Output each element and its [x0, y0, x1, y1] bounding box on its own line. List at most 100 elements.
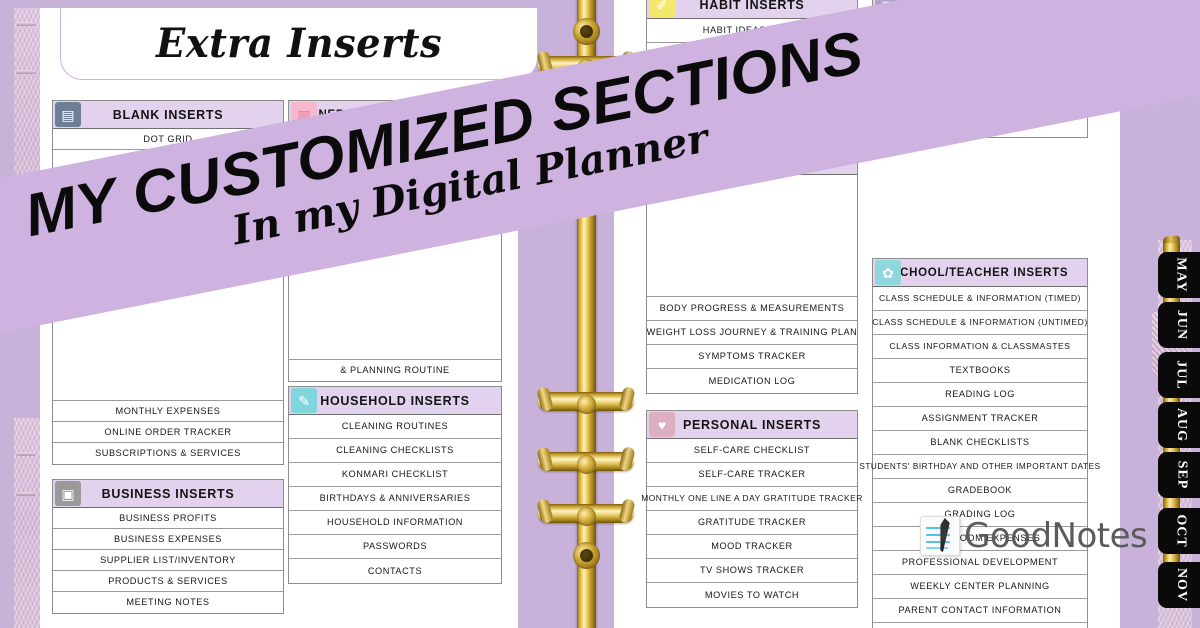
- list-item[interactable]: CLEANING ROUTINES: [289, 415, 501, 439]
- section-school-teacher-inserts[interactable]: ✿ SCHOOL/TEACHER INSERTS CLASS SCHEDULE …: [859, 258, 1100, 628]
- month-tab-nov[interactable]: NOV: [1158, 562, 1200, 608]
- month-tab-aug[interactable]: AUG: [1158, 402, 1200, 448]
- list-item[interactable]: SUBSCRIPTIONS & SERVICES: [53, 443, 283, 464]
- list-item[interactable]: ASSIGNMENT TRACKER: [873, 407, 1087, 431]
- list-item-label: TEXTBOOKS: [949, 365, 1011, 376]
- list-item-label: SELF-CARE TRACKER: [698, 469, 806, 480]
- pages-icon: ▤: [55, 102, 81, 127]
- list-item-label: GRADING LOG: [944, 509, 1016, 520]
- list-item[interactable]: MONTHLY EXPENSES: [53, 401, 283, 422]
- section-household-inserts[interactable]: ✎ HOUSEHOLD INSERTS CLEANING ROUTINES CL…: [288, 386, 502, 584]
- list-item[interactable]: SYMPTOMS TRACKER: [647, 345, 857, 369]
- binder-screw-icon: [577, 395, 596, 414]
- list-item-label: MOVIES TO WATCH: [704, 589, 800, 600]
- list-item[interactable]: READING LOG: [873, 383, 1087, 407]
- list-item[interactable]: PARENT COMMUNICATION LOG: [873, 623, 1087, 628]
- list-item-label: CLASS SCHEDULE & INFORMATION (UNTIMED): [872, 316, 1088, 327]
- list-item[interactable]: ONLINE ORDER TRACKER: [53, 422, 283, 443]
- list-item-label: KONMARI CHECKLIST: [341, 469, 449, 480]
- list-item[interactable]: PARENT CONTACT INFORMATION: [873, 599, 1087, 623]
- section-personal-inserts[interactable]: ♥ PERSONAL INSERTS SELF-CARE CHECKLIST S…: [641, 410, 862, 608]
- list-item-label: MEETING NOTES: [126, 597, 210, 608]
- binder-screw-icon: [573, 18, 600, 45]
- section-business-inserts[interactable]: ▣ BUSINESS INSERTS BUSINESS PROFITS BUSI…: [52, 479, 284, 614]
- page-title-card: Extra Inserts: [60, 8, 538, 80]
- month-tab-label: JUL: [1173, 360, 1189, 390]
- section-header: ▤ BLANK INSERTS: [53, 101, 283, 129]
- list-item[interactable]: STUDENTS' BIRTHDAY AND OTHER IMPORTANT D…: [859, 455, 1100, 479]
- list-item[interactable]: MEDICATION LOG: [647, 369, 857, 393]
- binder-screw-icon: [577, 455, 596, 474]
- month-tab-oct[interactable]: OCT: [1158, 508, 1200, 554]
- month-tab-label: AUG: [1174, 407, 1189, 443]
- list-item[interactable]: MEETING NOTES: [53, 592, 283, 613]
- list-item-label: SYMPTOMS TRACKER: [698, 351, 806, 362]
- list-item-label: HOUSEHOLD INFORMATION: [327, 517, 463, 528]
- list-item-label: ASSIGNMENT TRACKER: [921, 413, 1039, 424]
- list-item[interactable]: MONTHLY ONE LINE A DAY GRATITUDE TRACKER: [641, 487, 862, 511]
- list-item[interactable]: SUPPLIER LIST/INVENTORY: [53, 550, 283, 571]
- list-item-label: PRODUCTS & SERVICES: [108, 575, 228, 586]
- heart-icon: ♥: [649, 412, 675, 437]
- month-tab-sep[interactable]: SEP: [1158, 452, 1200, 498]
- month-tab-may[interactable]: MAY: [1158, 252, 1200, 298]
- list-item[interactable]: PASSWORDS: [289, 535, 501, 559]
- list-item-label: READING LOG: [945, 389, 1015, 400]
- briefcase-icon: ▣: [55, 481, 81, 506]
- list-item[interactable]: CLASS SCHEDULE & INFORMATION (UNTIMED): [872, 311, 1088, 335]
- month-tab-jun[interactable]: JUN: [1158, 302, 1200, 348]
- list-item-label: MONTHLY ONE LINE A DAY GRATITUDE TRACKER: [641, 492, 863, 503]
- list-item-label: GRADEBOOK: [947, 485, 1013, 496]
- section-header: ✿ SCHOOL/TEACHER INSERTS: [873, 259, 1087, 287]
- list-item[interactable]: MOOD TRACKER: [647, 535, 857, 559]
- list-item-label: PARENT CONTACT INFORMATION: [898, 605, 1062, 616]
- list-item[interactable]: PROFESSIONAL DEVELOPMENT: [873, 551, 1087, 575]
- list-item-label: BUSINESS EXPENSES: [114, 533, 222, 544]
- list-item[interactable]: CLASSROOM EXPENSES: [873, 527, 1087, 551]
- list-item[interactable]: PRODUCTS & SERVICES: [53, 571, 283, 592]
- list-item[interactable]: MOVIES TO WATCH: [647, 583, 857, 607]
- section-title: SCHOOL/TEACHER INSERTS: [891, 266, 1069, 279]
- section-title: HABIT INSERTS: [699, 0, 805, 12]
- list-item[interactable]: HOUSEHOLD INFORMATION: [289, 511, 501, 535]
- list-item[interactable]: & PLANNING ROUTINE: [289, 360, 501, 381]
- month-tab-label: JUN: [1173, 309, 1189, 341]
- list-item-label: CLASSROOM EXPENSES: [919, 533, 1041, 544]
- list-item[interactable]: WEEKLY CENTER PLANNING: [873, 575, 1087, 599]
- list-item[interactable]: CLASS INFORMATION & CLASSMASTES: [873, 335, 1087, 359]
- month-tab-jul[interactable]: JUL: [1158, 352, 1200, 398]
- list-item[interactable]: SELF-CARE TRACKER: [647, 463, 857, 487]
- section-title: BUSINESS INSERTS: [101, 486, 235, 501]
- list-item[interactable]: GRATITUDE TRACKER: [647, 511, 857, 535]
- list-item-label: BODY PROGRESS & MEASUREMENTS: [659, 303, 845, 314]
- month-tab-label: SEP: [1174, 460, 1189, 490]
- list-item[interactable]: BUSINESS PROFITS: [53, 508, 283, 529]
- list-item[interactable]: CLEANING CHECKLISTS: [289, 439, 501, 463]
- month-tab-label: MAY: [1174, 257, 1189, 293]
- binder-screw-icon: [577, 507, 596, 526]
- cover-clasp-icon: [16, 492, 36, 496]
- broom-icon: ✎: [291, 388, 317, 413]
- list-item-label: STUDENTS' BIRTHDAY AND OTHER IMPORTANT D…: [859, 461, 1101, 471]
- month-tab-label: OCT: [1174, 514, 1189, 548]
- planner-screenshot: Extra Inserts ▤ BLANK INSERTS DOT GRID G…: [0, 0, 1200, 628]
- list-item[interactable]: KONMARI CHECKLIST: [289, 463, 501, 487]
- list-item[interactable]: TEXTBOOKS: [873, 359, 1087, 383]
- list-item[interactable]: TV SHOWS TRACKER: [647, 559, 857, 583]
- section-title: HOUSEHOLD INSERTS: [320, 393, 470, 408]
- list-item[interactable]: GRADING LOG: [873, 503, 1087, 527]
- list-item[interactable]: CLASS SCHEDULE & INFORMATION (TIMED): [873, 287, 1087, 311]
- list-item-label: CLEANING CHECKLISTS: [336, 445, 454, 456]
- list-item[interactable]: GRADEBOOK: [873, 479, 1087, 503]
- list-item[interactable]: WEIGHT LOSS JOURNEY & TRAINING PLAN: [647, 321, 857, 345]
- list-item[interactable]: BODY PROGRESS & MEASUREMENTS: [647, 297, 857, 321]
- list-item[interactable]: CONTACTS: [289, 559, 501, 583]
- list-item-label: CLASS INFORMATION & CLASSMASTES: [889, 340, 1071, 351]
- list-item[interactable]: BLANK CHECKLISTS: [873, 431, 1087, 455]
- list-item[interactable]: BUSINESS EXPENSES: [53, 529, 283, 550]
- list-item-label: MOOD TRACKER: [711, 541, 793, 552]
- list-item[interactable]: BIRTHDAYS & ANNIVERSARIES: [289, 487, 501, 511]
- list-item-label: ONLINE ORDER TRACKER: [104, 426, 232, 437]
- list-item[interactable]: SELF-CARE CHECKLIST: [647, 439, 857, 463]
- section-header: ♥ PERSONAL INSERTS: [647, 411, 857, 439]
